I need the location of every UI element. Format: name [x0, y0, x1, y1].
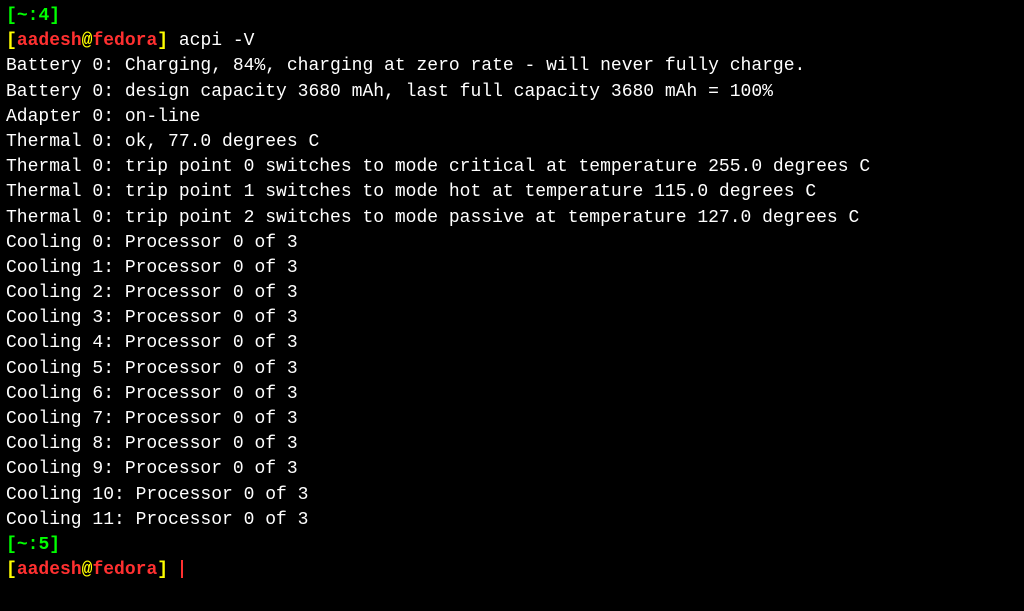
at-sign: @: [82, 31, 93, 51]
output-line: Cooling 2: Processor 0 of 3: [6, 281, 1018, 306]
prompt-line-2: [aadesh@fedora] acpi -V: [6, 29, 1018, 54]
output-line: Cooling 6: Processor 0 of 3: [6, 382, 1018, 407]
prompt-number: 5: [38, 535, 49, 555]
output-line: Thermal 0: ok, 77.0 degrees C: [6, 130, 1018, 155]
output-line: Cooling 0: Processor 0 of 3: [6, 231, 1018, 256]
username: aadesh: [17, 560, 82, 580]
cursor-icon: [181, 560, 183, 578]
output-line: Cooling 9: Processor 0 of 3: [6, 457, 1018, 482]
prompt-line-1: [~:4]: [6, 4, 1018, 29]
prompt-number: 4: [38, 6, 49, 26]
output-line: Thermal 0: trip point 2 switches to mode…: [6, 206, 1018, 231]
prompt-line-4[interactable]: [aadesh@fedora]: [6, 558, 1018, 583]
colon: :: [28, 6, 39, 26]
output-line: Cooling 5: Processor 0 of 3: [6, 357, 1018, 382]
username: aadesh: [17, 31, 82, 51]
prompt-line-3: [~:5]: [6, 533, 1018, 558]
bracket-close: ]: [49, 6, 60, 26]
output-line: Thermal 0: trip point 0 switches to mode…: [6, 155, 1018, 180]
tilde: ~: [17, 6, 28, 26]
output-line: Battery 0: design capacity 3680 mAh, las…: [6, 80, 1018, 105]
output-line: Cooling 11: Processor 0 of 3: [6, 508, 1018, 533]
bracket-open: [: [6, 535, 17, 555]
output-line: Thermal 0: trip point 1 switches to mode…: [6, 180, 1018, 205]
output-line: Cooling 1: Processor 0 of 3: [6, 256, 1018, 281]
bracket-open: [: [6, 31, 17, 51]
hostname: fedora: [92, 560, 157, 580]
at-sign: @: [82, 560, 93, 580]
output-line: Cooling 8: Processor 0 of 3: [6, 432, 1018, 457]
output-line: Cooling 3: Processor 0 of 3: [6, 306, 1018, 331]
bracket-open: [: [6, 6, 17, 26]
colon: :: [28, 535, 39, 555]
prompt-space: [168, 560, 179, 580]
output-line: Cooling 4: Processor 0 of 3: [6, 331, 1018, 356]
tilde: ~: [17, 535, 28, 555]
bracket-open: [: [6, 560, 17, 580]
output-line: Battery 0: Charging, 84%, charging at ze…: [6, 54, 1018, 79]
output-line: Cooling 10: Processor 0 of 3: [6, 483, 1018, 508]
bracket-close: ]: [157, 560, 168, 580]
output-line: Adapter 0: on-line: [6, 105, 1018, 130]
output-line: Cooling 7: Processor 0 of 3: [6, 407, 1018, 432]
bracket-close: ]: [49, 535, 60, 555]
terminal-output[interactable]: [~:4] [aadesh@fedora] acpi -V Battery 0:…: [6, 4, 1018, 583]
bracket-close: ]: [157, 31, 168, 51]
command-text: acpi -V: [168, 31, 254, 51]
hostname: fedora: [92, 31, 157, 51]
